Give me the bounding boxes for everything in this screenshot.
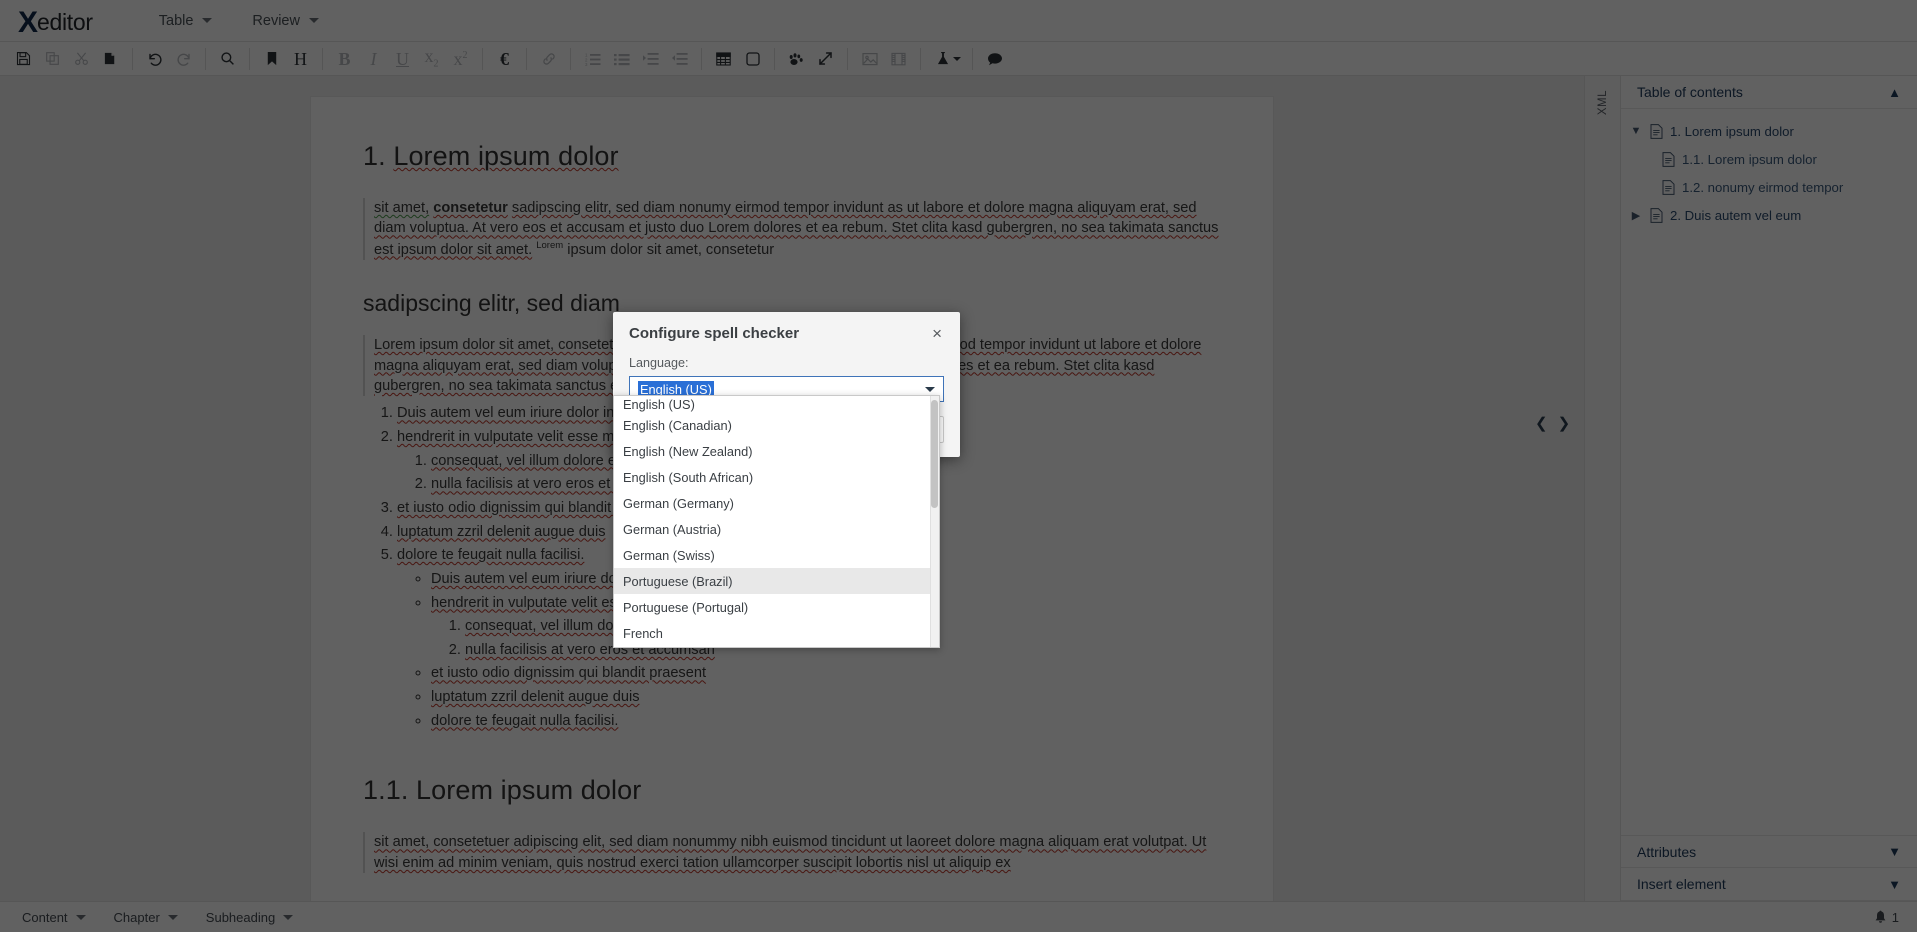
dropdown-option-label: German (Austria) (623, 521, 722, 537)
close-icon[interactable]: × (930, 325, 944, 342)
language-field-label: Language: (629, 356, 689, 370)
dropdown-option-1[interactable]: English (Canadian) (614, 412, 931, 438)
dropdown-option-2[interactable]: English (New Zealand) (614, 438, 931, 464)
dropdown-option-5[interactable]: German (Austria) (614, 516, 931, 542)
dialog-title: Configure spell checker (629, 325, 800, 342)
dropdown-scrollbar-track[interactable] (930, 396, 939, 647)
dropdown-option-7[interactable]: Portuguese (Brazil) (614, 568, 931, 594)
language-dropdown-list[interactable]: English (US) English (Canadian) English … (613, 395, 940, 648)
dropdown-option-label: German (Germany) (623, 495, 734, 511)
dropdown-scrollbar-thumb[interactable] (931, 400, 938, 508)
dropdown-option-label: Portuguese (Brazil) (623, 573, 733, 589)
dropdown-option-4[interactable]: German (Germany) (614, 490, 931, 516)
dropdown-option-9[interactable]: French (614, 620, 931, 646)
dropdown-option-label: English (South African) (623, 469, 754, 485)
modal-overlay[interactable] (0, 0, 1917, 932)
dropdown-option-8[interactable]: Portuguese (Portugal) (614, 594, 931, 620)
dropdown-option-3[interactable]: English (South African) (614, 464, 931, 490)
dropdown-option-label: English (US) (623, 396, 695, 412)
dropdown-option-label: German (Swiss) (623, 547, 715, 563)
dropdown-option-label: English (Canadian) (623, 417, 732, 433)
dropdown-option-label: English (New Zealand) (623, 443, 753, 459)
dropdown-option-label: Portuguese (Portugal) (623, 599, 749, 615)
dropdown-option-0[interactable]: English (US) (614, 396, 931, 412)
chevron-down-icon (925, 386, 935, 392)
dropdown-option-6[interactable]: German (Swiss) (614, 542, 931, 568)
dialog-header: Configure spell checker × (613, 312, 960, 353)
dropdown-option-label: French (623, 625, 663, 641)
dropdown-scroll-area: English (US) English (Canadian) English … (614, 396, 931, 647)
